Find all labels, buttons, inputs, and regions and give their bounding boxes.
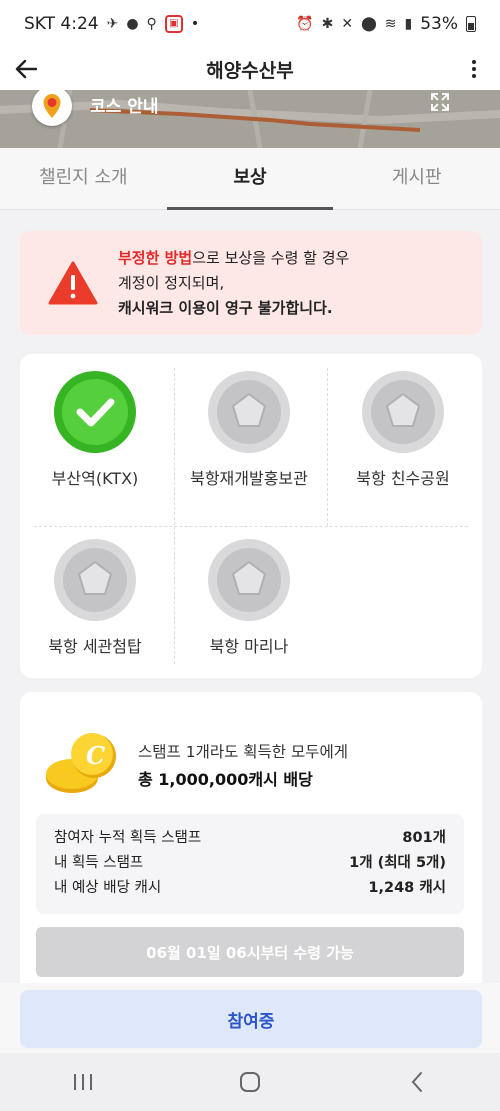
stamp-item[interactable]: 북항 세관첨탑 — [20, 538, 170, 657]
home-icon — [239, 1072, 260, 1092]
location-pin-icon — [43, 94, 61, 118]
mute-icon: ✕ — [341, 16, 354, 32]
wifi-icon: ≋ — [384, 16, 397, 32]
gold-coins-icon: C — [46, 733, 116, 793]
signal-icon: ▮ — [404, 16, 413, 32]
check-stamp-icon — [54, 371, 136, 453]
stat-value: 1개 (최대 5개) — [349, 855, 446, 871]
battery-level: 53% — [420, 14, 458, 34]
locked-stamp-icon — [362, 371, 444, 453]
recent-apps-button[interactable] — [53, 1062, 113, 1102]
stamp-item[interactable]: 북항재개발홍보관 — [174, 370, 324, 489]
warning-line3: 캐시워크 이용이 영구 불가합니다. — [118, 298, 333, 317]
tab-challenge-intro[interactable]: 챌린지 소개 — [0, 148, 167, 209]
map-label: 코스 안내 — [90, 97, 159, 117]
stamp-label: 부산역(KTX) — [51, 469, 139, 488]
carrier-time: SKT 4:24 — [24, 14, 99, 34]
tab-reward[interactable]: 보상 — [166, 148, 334, 210]
svg-text:C: C — [86, 741, 105, 770]
home-button[interactable] — [220, 1062, 280, 1102]
location-icon: ⬤ — [361, 16, 377, 32]
stamp-item[interactable]: 부산역(KTX) — [20, 370, 170, 489]
stat-value: 801개 — [402, 830, 446, 846]
system-nav-bar — [0, 1053, 500, 1111]
reward-total: 총 1,000,000캐시 배당 — [138, 770, 313, 789]
warning-banner: 부정한 방법으로 보상을 수령 할 경우 계정이 정지되며, 캐시워크 이용이 … — [20, 231, 482, 335]
system-back-button[interactable] — [387, 1062, 447, 1102]
stamp-label: 북항 세관첨탑 — [48, 637, 142, 656]
back-button[interactable] — [0, 48, 52, 90]
locked-stamp-icon — [54, 539, 136, 621]
warning-line1: 으로 보상을 수령 할 경우 — [192, 248, 350, 267]
stamp-label: 북항재개발홍보관 — [190, 469, 308, 488]
stat-label: 내 획득 스탬프 — [54, 855, 144, 871]
warning-text: 부정한 방법으로 보상을 수령 할 경우 계정이 정지되며, 캐시워크 이용이 … — [118, 246, 349, 321]
stat-row: 참여자 누적 획득 스탬프 801개 — [54, 826, 446, 851]
bluetooth-icon: ✱ — [321, 16, 334, 32]
stat-value: 1,248 캐시 — [368, 880, 446, 896]
recent-apps-icon — [74, 1074, 93, 1090]
battery-icon — [466, 16, 476, 32]
participating-button[interactable]: 참여중 — [20, 990, 482, 1048]
page-title: 해양수산부 — [206, 59, 294, 82]
stat-row: 내 획득 스탬프 1개 (최대 5개) — [54, 851, 446, 876]
reward-stats: 참여자 누적 획득 스탬프 801개 내 획득 스탬프 1개 (최대 5개) 내… — [36, 814, 464, 914]
stamp-label: 북항 친수공원 — [356, 469, 450, 488]
more-notifications-icon: • — [190, 16, 200, 32]
claim-reward-button[interactable]: 06월 01일 06시부터 수령 가능 — [36, 927, 464, 977]
reward-description: 스탬프 1개라도 획득한 모두에게 — [138, 743, 349, 761]
status-bar: SKT 4:24 ✈ ● ⚲ ▣ • ⏰ ✱ ✕ ⬤ ≋ ▮ 53% — [0, 0, 500, 48]
alarm-icon: ⏰ — [296, 16, 314, 32]
map-background — [0, 90, 500, 148]
stamp-item[interactable]: 북항 마리나 — [174, 538, 324, 657]
chevron-left-icon — [411, 1072, 422, 1092]
more-options-button[interactable] — [462, 56, 486, 82]
stat-row: 내 예상 배당 캐시 1,248 캐시 — [54, 876, 446, 901]
arrow-left-icon — [15, 59, 37, 79]
course-map[interactable]: 코스 안내 — [0, 90, 500, 148]
warning-line2: 계정이 정지되며, — [118, 273, 225, 292]
warning-icon — [48, 261, 98, 305]
app-badge-icon: ▣ — [164, 15, 183, 33]
warning-highlight: 부정한 방법 — [118, 248, 193, 267]
stat-label: 내 예상 배당 캐시 — [54, 880, 162, 896]
stamp-grid: 부산역(KTX) 북항재개발홍보관 북항 친수공원 북항 세관첨탑 북항 마리나 — [20, 354, 482, 678]
app-bar: 해양수산부 — [0, 48, 500, 90]
reward-card: C 스탬프 1개라도 획득한 모두에게 총 1,000,000캐시 배당 참여자… — [20, 692, 482, 1002]
stamp-item[interactable]: 북항 친수공원 — [328, 370, 478, 489]
chat-icon: ● — [126, 16, 139, 32]
stamp-label: 북항 마리나 — [209, 637, 289, 656]
notification-icon: ✈ — [106, 16, 119, 32]
stat-label: 참여자 누적 획득 스탬프 — [54, 830, 202, 846]
bike-icon: ⚲ — [146, 16, 157, 32]
tab-board[interactable]: 게시판 — [333, 148, 500, 209]
tab-bar: 챌린지 소개 보상 게시판 — [0, 148, 500, 210]
locked-stamp-icon — [208, 371, 290, 453]
expand-icon[interactable] — [430, 92, 450, 112]
locked-stamp-icon — [208, 539, 290, 621]
